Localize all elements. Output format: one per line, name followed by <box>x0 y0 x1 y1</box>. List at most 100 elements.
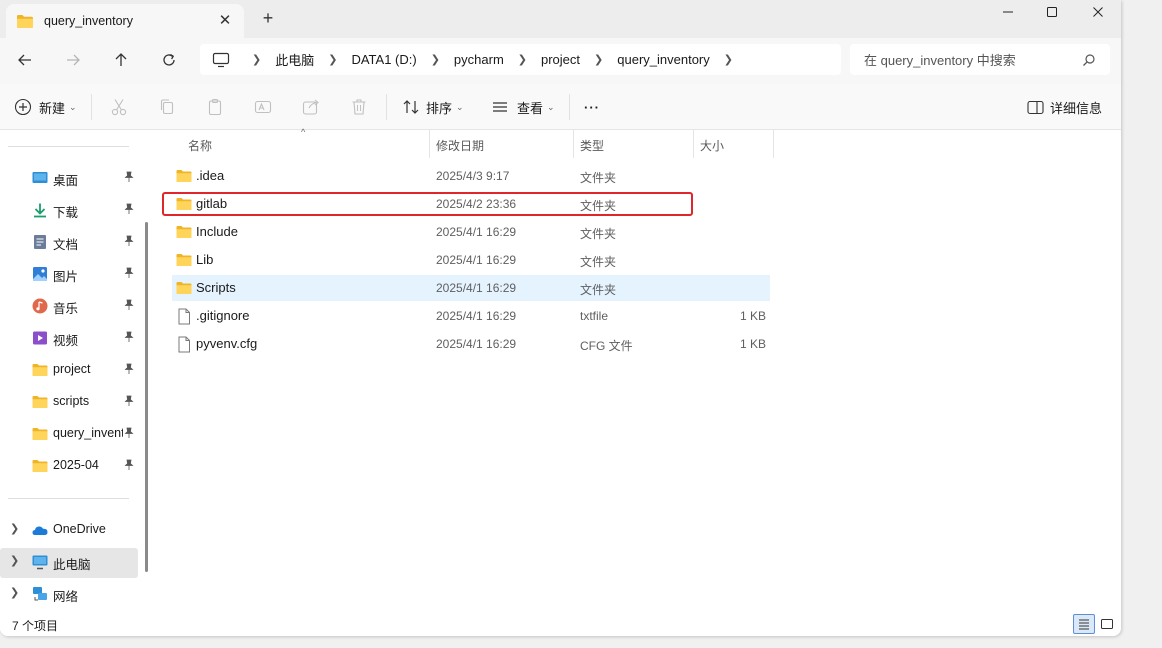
up-button[interactable] <box>107 48 135 72</box>
column-header-date[interactable]: 修改日期 <box>436 137 484 154</box>
copy-button[interactable] <box>157 98 177 116</box>
column-header-name[interactable]: 名称 <box>188 137 212 154</box>
new-label: 新建 <box>39 100 66 116</box>
refresh-button[interactable] <box>155 48 183 72</box>
sort-button[interactable]: 排序 ⌄ <box>402 96 464 118</box>
sidebar-item-pictures[interactable]: 图片 <box>0 260 138 288</box>
file-icon <box>178 308 190 325</box>
this-pc-icon <box>32 555 48 570</box>
close-tab-icon[interactable]: ✕ <box>216 11 234 29</box>
file-size: 1 KB <box>739 337 766 351</box>
sidebar-item-project[interactable]: project <box>0 356 138 384</box>
details-pane-button[interactable]: 详细信息 <box>1027 96 1102 118</box>
column-divider[interactable] <box>773 130 774 158</box>
sort-icon <box>403 100 419 114</box>
command-bar: 新建 ⌄ 排序 ⌄ 查看 ⌄ ··· 详细信息 <box>0 84 1121 130</box>
pin-icon <box>124 363 134 374</box>
rename-button[interactable] <box>253 98 273 116</box>
pin-icon <box>124 203 134 214</box>
breadcrumb-project[interactable]: project <box>541 52 580 67</box>
tab-query-inventory[interactable]: query_inventory ✕ <box>6 4 244 38</box>
new-button[interactable]: 新建 ⌄ <box>14 96 77 118</box>
column-divider[interactable] <box>429 130 430 158</box>
scissors-icon <box>111 99 127 116</box>
column-header-size[interactable]: 大小 <box>700 137 724 154</box>
file-date: 2025/4/1 16:29 <box>436 253 517 267</box>
column-header-type[interactable]: 类型 <box>580 137 604 154</box>
highlight-annotation <box>162 192 693 216</box>
pin-icon <box>124 331 134 342</box>
breadcrumb-pycharm[interactable]: pycharm <box>454 52 504 67</box>
cut-button[interactable] <box>109 98 129 116</box>
pin-icon <box>124 171 134 182</box>
share-icon <box>302 99 319 115</box>
more-options-button[interactable]: ··· <box>584 96 600 118</box>
sidebar-item-network[interactable]: ❯ 网络 <box>0 580 138 608</box>
column-divider[interactable] <box>573 130 574 158</box>
column-divider[interactable] <box>693 130 694 158</box>
share-button[interactable] <box>301 98 321 116</box>
back-button[interactable] <box>11 48 39 72</box>
maximize-button[interactable] <box>1029 0 1075 24</box>
file-name: Scripts <box>196 280 236 295</box>
tiles-view-button[interactable] <box>1096 614 1118 634</box>
sidebar-item-music[interactable]: 音乐 <box>0 292 138 320</box>
folder-icon <box>176 170 192 182</box>
sidebar-item-videos[interactable]: 视频 <box>0 324 138 352</box>
sidebar-item-desktop[interactable]: 桌面 <box>0 164 138 192</box>
file-type: 文件夹 <box>580 227 617 241</box>
delete-button[interactable] <box>349 98 369 116</box>
sidebar-item-label: 桌面 <box>53 174 79 188</box>
chevron-right-icon: ❯ <box>517 54 527 66</box>
sidebar-item-label: 网络 <box>53 590 79 604</box>
sidebar-item-2025-04[interactable]: 2025-04 <box>0 452 138 480</box>
breadcrumb-query-inventory[interactable]: query_inventory <box>617 52 710 67</box>
sidebar-item-documents[interactable]: 文档 <box>0 228 138 256</box>
sidebar-item-label: query_inventory <box>53 426 123 440</box>
chevron-right-icon[interactable]: ❯ <box>10 586 19 599</box>
arrow-right-icon <box>67 54 80 66</box>
file-name: .gitignore <box>196 308 250 323</box>
breadcrumb-this-pc[interactable]: 此电脑 <box>275 50 314 69</box>
sidebar-item-this-pc[interactable]: ❯ 此电脑 <box>0 548 138 578</box>
file-name: Lib <box>196 252 214 267</box>
forward-button[interactable] <box>59 48 87 72</box>
file-icon <box>178 336 190 353</box>
sidebar-item-scripts[interactable]: scripts <box>0 388 138 416</box>
paste-button[interactable] <box>205 98 225 116</box>
chevron-right-icon[interactable]: ❯ <box>10 522 19 535</box>
minimize-button[interactable] <box>985 0 1031 24</box>
sidebar-item-downloads[interactable]: 下载 <box>0 196 138 224</box>
file-row-scripts[interactable]: Scripts 2025/4/1 16:29 文件夹 <box>172 275 770 301</box>
network-icon <box>33 587 47 601</box>
sidebar-scrollbar[interactable] <box>145 222 148 572</box>
file-row-gitignore[interactable]: .gitignore 2025/4/1 16:29 txtfile 1 KB <box>172 303 770 329</box>
videos-icon <box>33 331 47 345</box>
file-row-include[interactable]: Include 2025/4/1 16:29 文件夹 <box>172 219 770 245</box>
pin-icon <box>124 427 134 438</box>
chevron-down-icon: ⌄ <box>547 101 555 112</box>
file-row-idea[interactable]: .idea 2025/4/3 9:17 文件夹 <box>172 163 770 189</box>
view-button[interactable]: 查看 ⌄ <box>491 96 555 118</box>
clipboard-icon <box>208 98 222 116</box>
chevron-right-icon[interactable]: ❯ <box>10 554 19 567</box>
new-tab-button[interactable]: + <box>258 8 278 29</box>
file-size: 1 KB <box>739 309 766 323</box>
details-view-button[interactable] <box>1073 614 1095 634</box>
arrow-up-icon <box>115 53 127 66</box>
close-window-button[interactable] <box>1075 0 1121 24</box>
maximize-icon <box>1047 7 1057 17</box>
folder-icon <box>176 282 192 294</box>
file-row-pyvenv[interactable]: pyvenv.cfg 2025/4/1 16:29 CFG 文件 1 KB <box>172 331 770 357</box>
folder-icon <box>176 254 192 266</box>
search-input[interactable]: 在 query_inventory 中搜索 <box>850 44 1110 75</box>
file-explorer-window: query_inventory ✕ + ❯ 此电脑 ❯ DATA1 (D:) ❯… <box>0 0 1121 636</box>
breadcrumb-data1[interactable]: DATA1 (D:) <box>351 52 416 67</box>
sidebar-item-query-inventory[interactable]: query_inventory <box>0 420 138 448</box>
sidebar-item-onedrive[interactable]: ❯ OneDrive <box>0 516 138 544</box>
address-bar[interactable]: ❯ 此电脑 ❯ DATA1 (D:) ❯ pycharm ❯ project ❯… <box>200 44 841 75</box>
navigation-bar: ❯ 此电脑 ❯ DATA1 (D:) ❯ pycharm ❯ project ❯… <box>0 38 1121 84</box>
chevron-right-icon[interactable]: ❯ <box>724 53 733 66</box>
tiles-view-icon <box>1101 619 1113 629</box>
file-row-lib[interactable]: Lib 2025/4/1 16:29 文件夹 <box>172 247 770 273</box>
